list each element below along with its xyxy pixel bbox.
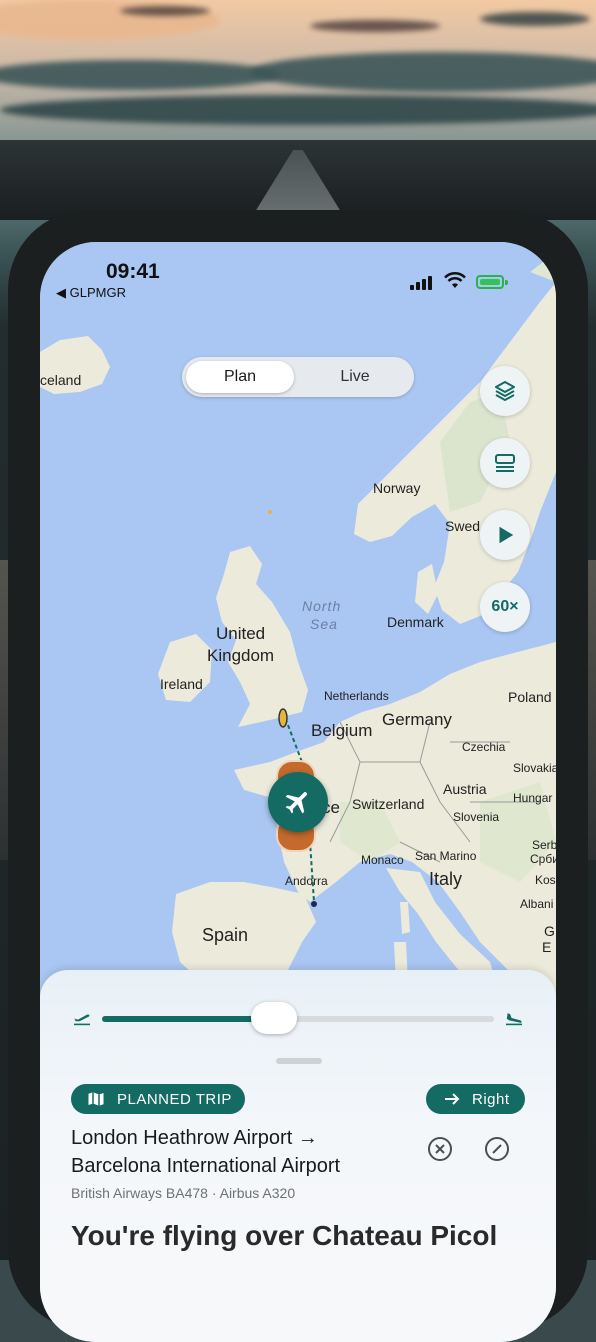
map-label-monaco: Monaco [361,853,404,867]
map-label-san-marino: San Marino [415,849,477,863]
map-label-serbia-2: Србиј [530,852,556,866]
status-bar: 09:41 ◀ GLPMGR [40,242,556,312]
map-label-serbia-1: Serb [532,838,556,852]
battery-tip [505,280,508,285]
trip-bottom-sheet: PLANNED TRIP Right London Heathrow Airpo… [40,970,556,1342]
map-label-netherlands: Netherlands [324,689,389,703]
map-label-north-sea-2: Sea [310,616,338,632]
map-label-denmark: Denmark [387,614,444,630]
flight-details: British Airways BA478 · Airbus A320 [71,1185,296,1201]
wifi-icon [444,272,466,288]
map-label-slovakia: Slovakia [513,761,556,775]
phone-screen: celand Norway Swed North Sea Denmark Uni… [40,242,556,1342]
map-label-czechia: Czechia [462,740,506,754]
edit-icon[interactable] [484,1136,510,1162]
back-to-app-link[interactable]: ◀ GLPMGR [56,285,126,301]
airplane-icon [285,792,307,814]
layers-icon [495,381,515,401]
arrow-right-icon [445,1093,460,1105]
close-icon[interactable] [427,1136,453,1162]
map-label-italy: Italy [429,869,463,889]
map-icon [88,1092,104,1106]
planned-trip-badge: PLANNED TRIP [71,1084,245,1114]
map-label-slovenia: Slovenia [453,810,500,824]
map-label-albania: Albani [520,897,554,911]
flight-progress-thumb[interactable] [251,1002,298,1034]
map-label-andorra: Andorra [285,874,328,888]
side-right-chip[interactable]: Right [426,1084,525,1114]
map-label-austria: Austria [443,781,487,797]
map-label-sweden: Swed [445,518,481,534]
map-label-poland: Poland [508,689,552,705]
map-label-ireland: Ireland [160,676,203,692]
flight-progress-track[interactable] [102,1016,494,1022]
status-time: 09:41 [106,260,160,283]
battery-icon [476,275,504,289]
map-label-norway: Norway [373,480,421,496]
route-line-1: London Heathrow Airport → [71,1127,318,1149]
map-label-iceland: celand [40,372,82,388]
plane-position-marker[interactable] [268,772,328,832]
flying-over-heading: You're flying over Chateau Picol [71,1220,498,1251]
list-icon [495,454,515,472]
toggle-live[interactable]: Live [300,361,410,393]
map-label-belgium: Belgium [311,721,373,740]
flight-progress-fill [102,1016,275,1022]
list-view-button[interactable] [480,438,530,488]
map-label-north-sea-1: North [302,598,342,614]
play-icon [499,526,514,544]
map-label-spain: Spain [202,925,249,945]
map-label-greece-2: Ε [542,939,552,955]
speed-label: 60× [491,598,519,615]
takeoff-icon [74,1014,90,1026]
toggle-plan[interactable]: Plan [186,361,294,393]
map-label-greece-1: G [544,923,555,939]
map-label-uk-2: Kingdom [207,646,275,665]
side-label: Right [472,1090,510,1108]
plan-live-toggle: Plan Live [182,357,414,397]
cellular-signal-icon [410,276,432,290]
trip-route: London Heathrow Airport → Barcelona Inte… [71,1124,401,1180]
planned-trip-label: PLANNED TRIP [117,1090,232,1108]
layers-button[interactable] [480,366,530,416]
landing-icon [506,1013,522,1026]
map-label-switzerland: Switzerland [352,796,425,812]
play-button[interactable] [480,510,530,560]
speed-button[interactable]: 60× [480,582,530,632]
map-label-germany: Germany [382,710,452,729]
sheet-grabber[interactable] [276,1058,322,1064]
map-label-hungary: Hungar [513,791,553,805]
route-line-2: Barcelona International Airport [71,1155,341,1177]
map-label-uk-1: United [216,624,266,643]
map-label-kosovo: Kos [535,873,556,887]
